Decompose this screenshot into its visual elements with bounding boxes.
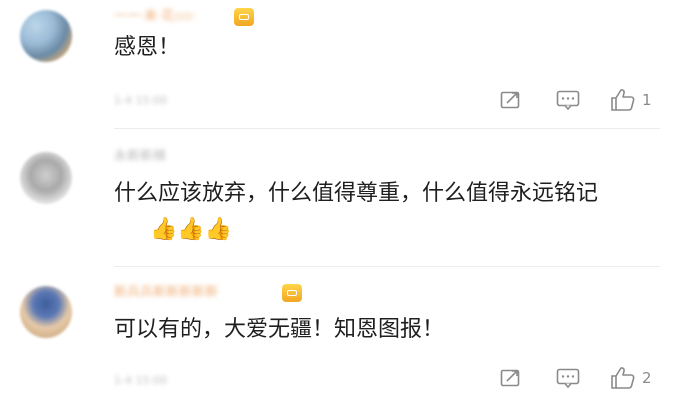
comment-button[interactable]	[556, 368, 580, 388]
like-count: 2	[642, 369, 652, 387]
divider	[114, 266, 660, 267]
comment-text: 什么应该放弃，什么值得尊重，什么值得永远铭记	[114, 176, 654, 212]
avatar[interactable]	[20, 152, 72, 204]
comment-emoji-row: 👍👍👍	[150, 212, 680, 248]
comment-text: 感恩！	[114, 35, 181, 60]
vip-badge-icon	[234, 8, 254, 26]
avatar[interactable]	[20, 286, 72, 338]
share-button[interactable]	[500, 90, 522, 110]
like-icon	[611, 367, 635, 389]
comment-text-body: 什么应该放弃，什么值得尊重，什么值得永远铭记	[114, 181, 599, 206]
comment-meta: 1-4 15:00	[114, 374, 168, 387]
comment-text: 可以有的，大爱无疆！知恩图报！	[114, 317, 445, 342]
comment-icon	[556, 90, 580, 110]
username[interactable]: 一一·来·花▫▫·	[114, 10, 196, 24]
like-icon	[611, 89, 635, 111]
like-button[interactable]: 1	[610, 88, 652, 112]
thumbs-up-emoji: 👍👍👍	[150, 217, 233, 242]
share-button[interactable]	[500, 368, 522, 388]
share-icon	[500, 369, 520, 387]
like-button[interactable]: 2	[610, 366, 652, 390]
share-icon	[500, 91, 520, 109]
divider	[114, 128, 660, 129]
username[interactable]: 永新新梯	[114, 150, 166, 164]
comment-button[interactable]	[556, 90, 580, 110]
avatar[interactable]	[20, 10, 72, 62]
vip-badge-icon	[282, 284, 302, 302]
username[interactable]: 新兵兵新新新新新	[114, 286, 218, 300]
like-count: 1	[642, 91, 652, 109]
comment-meta: 1-4 15:00	[114, 94, 168, 107]
comment-icon	[556, 368, 580, 388]
